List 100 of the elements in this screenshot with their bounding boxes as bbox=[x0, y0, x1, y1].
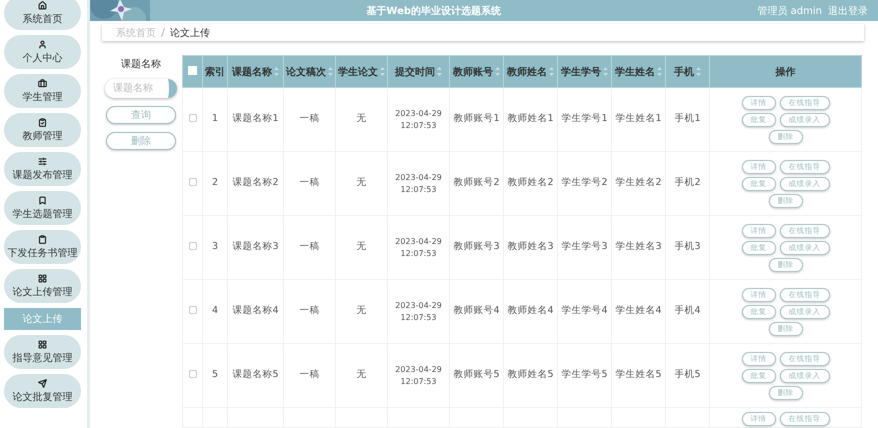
table-cell: 学生姓名3 bbox=[615, 241, 662, 252]
app-title: 基于Web的毕业设计选题系统 bbox=[365, 4, 502, 18]
sidebar-item[interactable]: 课题发布管理 bbox=[4, 152, 81, 186]
sidebar-item[interactable]: 指导意见管理 bbox=[4, 335, 81, 369]
breadcrumb-item[interactable]: 论文上传 bbox=[170, 26, 210, 40]
column-header: 提交时间 bbox=[395, 65, 435, 78]
column-header: 教师姓名 bbox=[507, 66, 547, 78]
table-cell: 学生学号4 bbox=[561, 305, 608, 316]
column-header: 操作 bbox=[776, 66, 796, 78]
table-cell: 一稿 bbox=[300, 305, 320, 316]
delete-button[interactable]: 删除 bbox=[106, 132, 176, 150]
column-header: 学生学号 bbox=[561, 66, 601, 78]
breadcrumb-separator bbox=[161, 28, 165, 38]
search-button[interactable]: 查询 bbox=[106, 106, 176, 124]
table-cell: 学生学号3 bbox=[561, 241, 608, 252]
sort-icon[interactable] bbox=[274, 67, 279, 76]
table-cell: 学生姓名2 bbox=[615, 177, 662, 188]
sidebar-item[interactable]: 下发任务书管理 bbox=[4, 230, 81, 264]
table-cell: 无 bbox=[356, 177, 366, 188]
menu-icon bbox=[38, 118, 47, 126]
table-cell: 教师姓名1 bbox=[507, 113, 554, 124]
menu-icon bbox=[38, 274, 47, 282]
table-cell: 无 bbox=[356, 113, 366, 124]
table-cell: 手机3 bbox=[674, 241, 701, 252]
menu-icon bbox=[38, 0, 47, 10]
sidebar-item[interactable]: 个人中心 bbox=[4, 35, 81, 69]
column-header: 学生姓名 bbox=[615, 66, 655, 78]
checkbox[interactable] bbox=[188, 242, 196, 250]
table-cell: 学生姓名1 bbox=[615, 113, 662, 124]
breadcrumb-item[interactable]: 系统首页 bbox=[116, 26, 156, 40]
checkbox[interactable] bbox=[188, 114, 196, 122]
menu-icon bbox=[38, 40, 47, 48]
checkbox[interactable] bbox=[188, 370, 196, 378]
menu-icon bbox=[38, 378, 47, 388]
sort-icon[interactable] bbox=[696, 67, 701, 76]
column-header: 教师账号 bbox=[453, 66, 493, 78]
menu-icon bbox=[38, 156, 47, 166]
sidebar-item[interactable]: 论文上传管理 bbox=[4, 269, 81, 303]
table-cell: 课题名称3 bbox=[232, 241, 279, 252]
menu-icon bbox=[38, 78, 47, 88]
table-cell: 无 bbox=[356, 305, 366, 316]
column-header: 手机 bbox=[674, 66, 694, 78]
column-header: 论文稿次 bbox=[286, 66, 326, 78]
table-cell: 学生姓名5 bbox=[615, 369, 662, 380]
table-cell: 课题名称5 bbox=[232, 369, 279, 380]
table-cell: 教师账号2 bbox=[453, 177, 500, 188]
table-cell: 4 bbox=[212, 305, 218, 316]
menu-icon bbox=[38, 340, 47, 348]
table-cell: 一稿 bbox=[300, 113, 320, 124]
table-cell: 教师账号3 bbox=[453, 241, 500, 252]
table-cell: 2023-04-29 12:07:53 bbox=[395, 172, 442, 194]
table-cell: 2 bbox=[212, 177, 218, 188]
table-cell: 教师账号5 bbox=[453, 369, 500, 380]
table-cell: 一稿 bbox=[300, 241, 320, 252]
field-label: 课题名称 bbox=[121, 58, 161, 71]
table-cell: 学生学号1 bbox=[561, 113, 608, 124]
table-cell: 无 bbox=[356, 241, 366, 252]
column-header: 课题名称 bbox=[232, 66, 272, 78]
table-cell: 5 bbox=[212, 369, 218, 380]
sidebar-item[interactable]: 论文批复管理 bbox=[4, 374, 81, 408]
sidebar-subitem[interactable]: 论文上传 bbox=[4, 308, 81, 330]
sort-icon[interactable] bbox=[495, 67, 500, 76]
column-header: 学生论文 bbox=[338, 66, 378, 78]
checkbox[interactable] bbox=[188, 178, 196, 186]
table-cell: 2023-04-29 12:07:53 bbox=[395, 300, 442, 322]
sort-icon[interactable] bbox=[437, 67, 442, 76]
table-cell: 教师账号4 bbox=[453, 305, 500, 316]
table-cell: 学生学号2 bbox=[561, 177, 608, 188]
checkbox[interactable] bbox=[188, 306, 196, 314]
sidebar-item[interactable]: 系统首页 bbox=[4, 0, 81, 30]
table-cell: 学生学号5 bbox=[561, 369, 608, 380]
table-cell: 手机2 bbox=[674, 177, 701, 188]
table-cell: 一稿 bbox=[300, 369, 320, 380]
sidebar-item[interactable]: 学生选题管理 bbox=[4, 191, 81, 225]
table-cell: 无 bbox=[356, 369, 366, 380]
table-cell: 手机4 bbox=[674, 305, 701, 316]
table-cell: 2023-04-29 12:07:53 bbox=[395, 236, 442, 258]
sort-icon[interactable] bbox=[549, 67, 554, 76]
sort-icon[interactable] bbox=[380, 67, 385, 76]
table-cell: 1 bbox=[212, 113, 218, 124]
table-cell: 学生姓名4 bbox=[615, 305, 662, 316]
sidebar-item[interactable]: 学生管理 bbox=[4, 74, 81, 108]
table-cell: 教师姓名4 bbox=[507, 305, 554, 316]
table-cell: 3 bbox=[212, 241, 218, 252]
table-cell: 2023-04-29 12:07:53 bbox=[395, 364, 442, 386]
table-cell: 手机5 bbox=[674, 369, 701, 380]
user-label: 管理员 admin bbox=[757, 4, 822, 18]
checkbox[interactable] bbox=[188, 66, 197, 74]
sort-icon[interactable] bbox=[657, 67, 662, 76]
logout-link[interactable]: 退出登录 bbox=[828, 4, 868, 18]
search-field[interactable]: 课题名称 bbox=[105, 79, 177, 98]
table-cell: 课题名称4 bbox=[232, 305, 279, 316]
table-cell: 课题名称2 bbox=[232, 177, 279, 188]
menu-icon bbox=[38, 234, 47, 244]
sort-icon[interactable] bbox=[603, 67, 608, 76]
sort-icon[interactable] bbox=[328, 67, 333, 76]
table-cell: 一稿 bbox=[300, 177, 320, 188]
sidebar-item[interactable]: 教师管理 bbox=[4, 113, 81, 147]
table-cell: 课题名称1 bbox=[232, 113, 279, 124]
table-cell: 教师账号1 bbox=[453, 113, 500, 124]
